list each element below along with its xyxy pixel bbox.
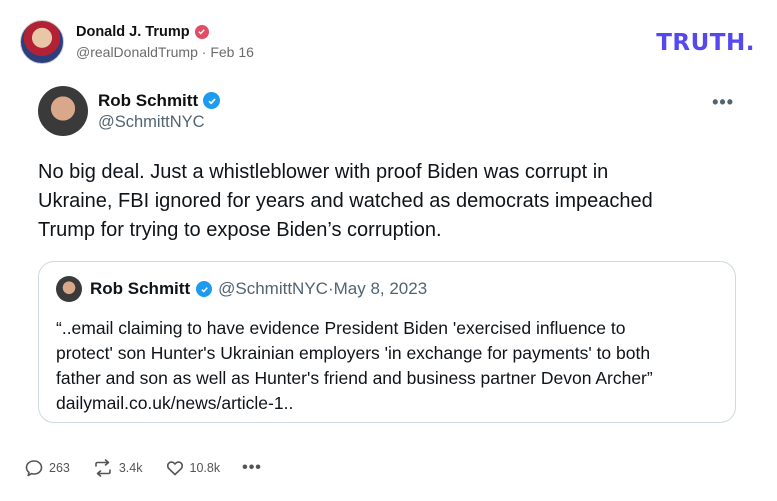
tweet-body-line: Ukraine, FBI ignored for years and watch… [38, 190, 653, 212]
quote-body-line: father and son as well as Hunter's frien… [56, 368, 653, 388]
like-button[interactable]: 10.8k [165, 458, 221, 478]
heart-icon [166, 461, 183, 476]
truth-logo: TRUTH. [656, 30, 755, 56]
tweet-body-line: Trump for trying to expose Biden’s corru… [38, 219, 442, 241]
avatar[interactable] [38, 86, 88, 136]
reply-button[interactable]: 263 [24, 458, 70, 478]
retruth-button[interactable]: 3.4k [92, 458, 143, 478]
truth-post-header: Donald J. Trump @realDonaldTrump · Feb 1… [20, 20, 254, 64]
retruth-count: 3.4k [118, 461, 143, 475]
quote-body-line: “..email claiming to have evidence Presi… [56, 318, 626, 338]
verified-badge-icon [203, 92, 221, 109]
tweet-body: No big deal. Just a whistleblower with p… [38, 158, 728, 245]
tweet-body-line: No big deal. Just a whistleblower with p… [38, 161, 609, 183]
verified-badge-icon [194, 24, 209, 39]
more-actions-icon[interactable]: ••• [242, 459, 262, 477]
action-bar: 263 3.4k 10.8k ••• [24, 458, 284, 478]
reply-count: 263 [49, 461, 70, 475]
more-options-icon[interactable]: ••• [712, 92, 734, 113]
author-handle[interactable]: @realDonaldTrump [76, 44, 198, 60]
quote-body-line: protect' son Hunter's Ukrainian employer… [56, 343, 651, 363]
avatar[interactable] [56, 276, 82, 302]
quote-author-handle[interactable]: @SchmittNYC [218, 279, 328, 299]
like-count: 10.8k [189, 461, 221, 475]
embedded-tweet: Rob Schmitt @SchmittNYC ••• No big deal.… [38, 86, 748, 245]
quote-link[interactable]: dailymail.co.uk/news/article-1.. [56, 391, 721, 416]
tweet-author-name[interactable]: Rob Schmitt [98, 91, 198, 111]
avatar[interactable] [20, 20, 64, 64]
post-date[interactable]: Feb 16 [210, 44, 254, 60]
author-name[interactable]: Donald J. Trump [76, 23, 190, 41]
tweet-author-handle[interactable]: @SchmittNYC [98, 113, 220, 132]
quote-body: “..email claiming to have evidence Presi… [56, 316, 721, 416]
reply-icon [25, 460, 43, 477]
retruth-icon [95, 459, 111, 477]
meta-separator: · [197, 43, 211, 60]
quoted-tweet[interactable]: Rob Schmitt @SchmittNYC · May 8, 2023 “.… [38, 261, 736, 423]
quote-author-name[interactable]: Rob Schmitt [90, 279, 190, 299]
quote-date[interactable]: May 8, 2023 [334, 279, 428, 299]
verified-badge-icon [196, 281, 213, 297]
